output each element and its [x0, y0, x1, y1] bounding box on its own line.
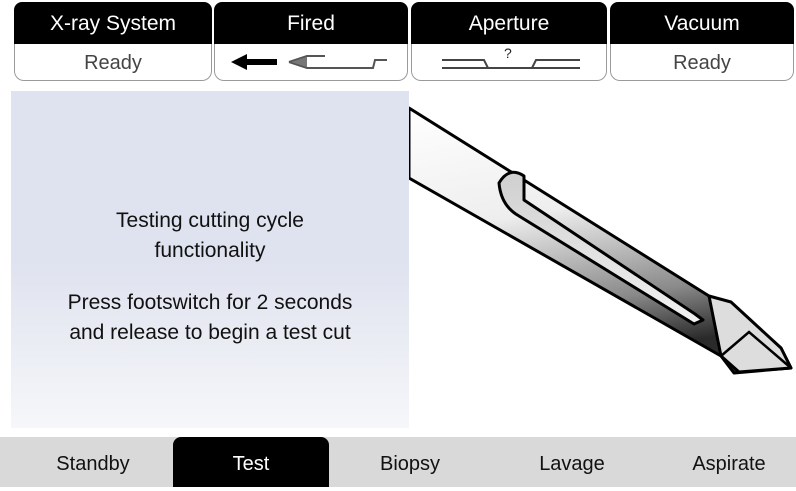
aperture-unknown-mark: ?: [504, 45, 512, 61]
xray-system-status: Ready: [14, 44, 212, 81]
instruction-panel: Testing cutting cycle functionality Pres…: [11, 91, 409, 428]
fired-panel: Fired: [214, 2, 408, 82]
aperture-status: ?: [411, 44, 607, 81]
vacuum-panel: Vacuum Ready: [610, 2, 794, 82]
tab-test[interactable]: Test: [173, 437, 329, 487]
mode-tab-bar: Standby Test Biopsy Lavage Aspirate: [0, 437, 796, 487]
xray-system-panel: X-ray System Ready: [14, 2, 212, 82]
needle-fired-position-icon: [231, 54, 387, 70]
tab-biopsy[interactable]: Biopsy: [330, 437, 490, 487]
xray-system-title: X-ray System: [14, 2, 212, 44]
vacuum-status: Ready: [610, 44, 794, 81]
status-bar: X-ray System Ready Fired Aperture ? Vacu…: [0, 0, 796, 84]
tab-aspirate[interactable]: Aspirate: [654, 437, 796, 487]
tab-lavage[interactable]: Lavage: [492, 437, 652, 487]
instruction-line-3: Press footswitch for 2 seconds: [67, 291, 353, 314]
instruction-line-1: Testing cutting cycle: [116, 209, 304, 232]
aperture-panel: Aperture ?: [411, 2, 607, 82]
biopsy-needle-illustration: [409, 106, 793, 375]
vacuum-title: Vacuum: [610, 2, 794, 44]
fired-title: Fired: [214, 2, 408, 44]
fired-status: [214, 44, 408, 81]
tab-standby[interactable]: Standby: [14, 437, 172, 487]
instruction-line-4: and release to begin a test cut: [69, 321, 351, 344]
instruction-line-2: functionality: [154, 239, 266, 262]
